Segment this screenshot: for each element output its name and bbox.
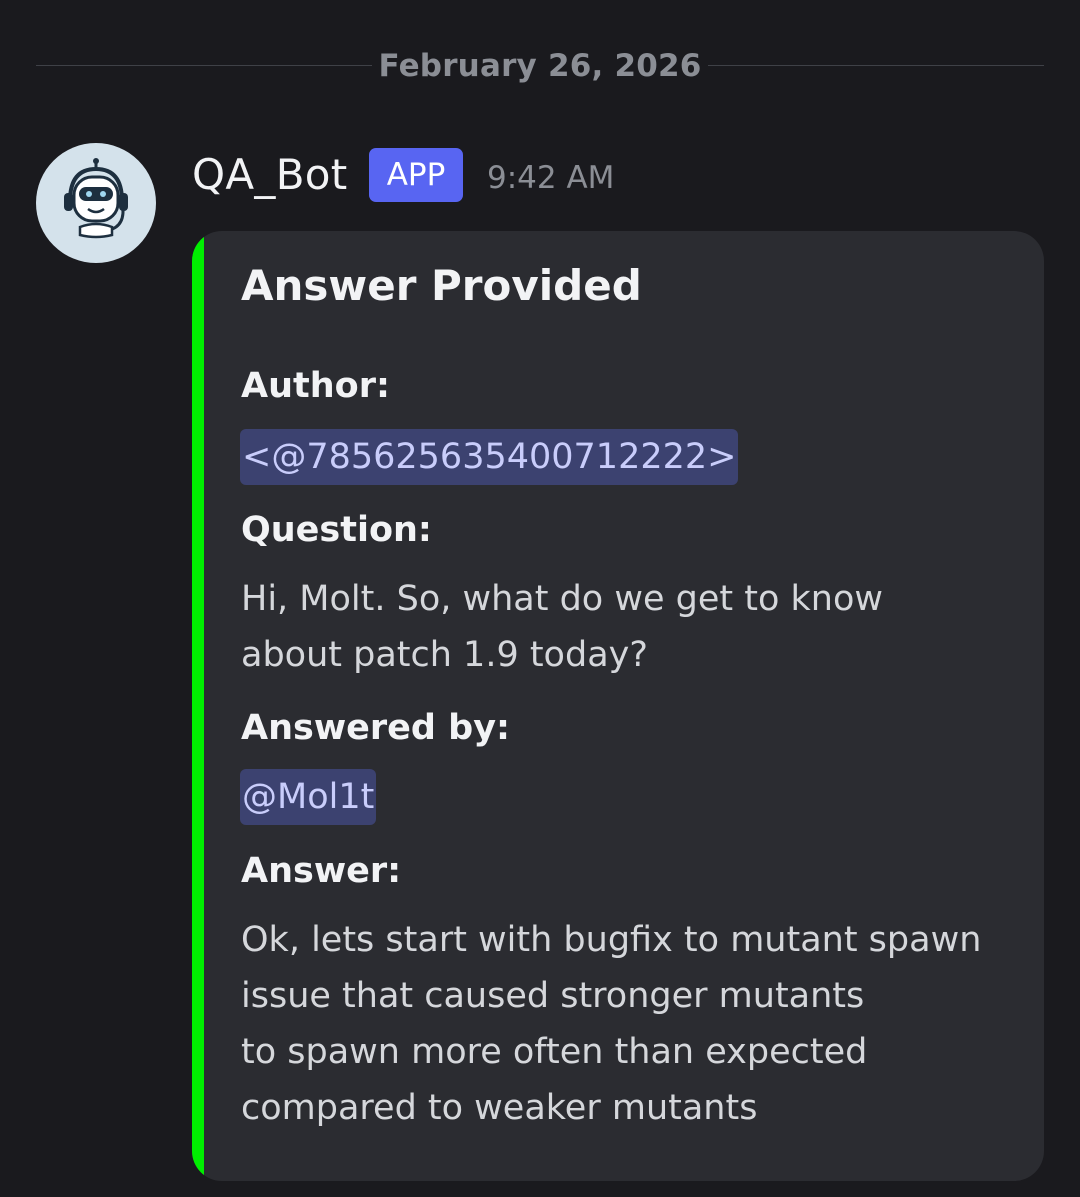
field-author-name: Author: xyxy=(241,366,390,406)
divider-line-right xyxy=(708,65,1044,66)
answered-by-mention[interactable]: @Mol1t xyxy=(240,769,377,825)
message-timestamp[interactable]: 9:42 AM xyxy=(487,160,614,196)
date-divider-text: February 26, 2026 xyxy=(378,48,702,84)
answer-embed: Answer Provided Author: <@78562563540071… xyxy=(192,231,1044,1181)
username[interactable]: QA_Bot xyxy=(192,150,348,199)
field-answer-value: Ok, lets start with bugfix to mutant spa… xyxy=(241,920,982,1128)
author-mention[interactable]: <@785625635400712222> xyxy=(240,429,739,485)
embed-accent-bar xyxy=(192,231,204,1181)
field-answer-name: Answer: xyxy=(241,851,402,891)
app-badge: APP xyxy=(369,148,463,202)
avatar[interactable] xyxy=(36,143,156,263)
robot-headset-icon xyxy=(64,158,128,239)
embed-title: Answer Provided xyxy=(241,261,642,310)
date-divider: February 26, 2026 xyxy=(36,44,1044,88)
field-answered-by-name: Answered by: xyxy=(241,708,511,748)
field-question-value: Hi, Molt. So, what do we get to know abo… xyxy=(241,579,883,675)
field-question-name: Question: xyxy=(241,510,432,550)
